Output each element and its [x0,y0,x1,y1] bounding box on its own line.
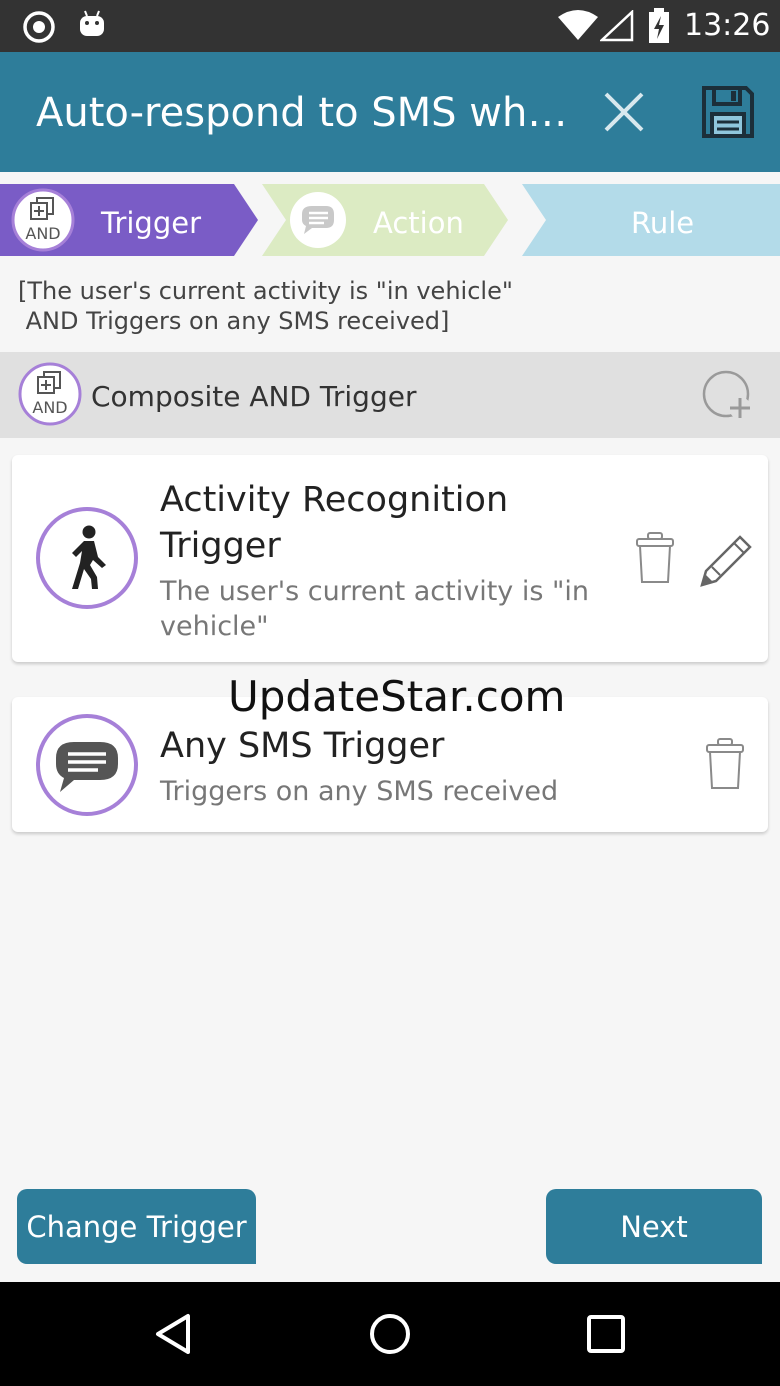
tab-rule[interactable]: Rule [522,184,780,256]
trigger-subtitle: Triggers on any SMS received [160,776,559,807]
composite-and-icon: AND [18,362,82,426]
tab-action-label: Action [373,206,464,240]
sync-circle-icon [23,11,55,43]
battery-charging-icon [649,8,669,43]
sms-message-icon [36,714,138,816]
next-button[interactable]: Next [546,1189,762,1264]
page-title: Auto-respond to SMS wh… [36,90,568,136]
tab-action[interactable]: Action [262,184,508,256]
and-icon-text: AND [25,224,60,243]
trigger-subtitle: The user's current activity is "in [160,576,590,607]
edit-pencil-icon[interactable] [696,529,756,589]
signal-icon [600,10,634,42]
status-bar: 13:26 [0,0,780,52]
navigation-bar [0,1282,780,1386]
wizard-steps: AND Trigger Action Rule [0,184,780,262]
home-icon[interactable] [368,1312,412,1356]
composite-trigger-header: AND Composite AND Trigger [0,352,780,438]
change-trigger-button[interactable]: Change Trigger [17,1189,256,1264]
rule-summary: [The user's current activity is "in vehi… [18,277,513,335]
save-icon[interactable] [698,82,758,142]
walking-person-icon [36,507,138,609]
add-trigger-icon[interactable] [700,368,756,424]
tab-rule-label: Rule [631,206,695,240]
tab-trigger-label: Trigger [101,206,202,240]
recents-icon[interactable] [586,1314,626,1354]
trigger-title: Any SMS Trigger [160,726,445,766]
app-bar: Auto-respond to SMS wh… [0,52,780,172]
trigger-title: Trigger [160,526,281,566]
android-icon [80,10,104,36]
close-icon[interactable] [596,84,652,140]
delete-trash-icon[interactable] [634,531,676,585]
tab-trigger[interactable]: AND Trigger [0,184,250,256]
composite-and-icon: AND [11,188,75,252]
watermark: UpdateStar.com [228,672,566,721]
trigger-title: Activity Recognition [160,480,509,520]
message-icon [290,192,346,248]
wifi-icon [558,10,598,40]
trigger-card-activity[interactable]: Activity Recognition Trigger The user's … [12,455,768,662]
trigger-subtitle: vehicle" [160,611,269,642]
clock-time: 13:26 [684,8,771,43]
back-icon[interactable] [152,1312,196,1356]
and-icon-text: AND [32,398,67,417]
composite-title: Composite AND Trigger [91,380,417,413]
delete-trash-icon[interactable] [704,737,746,791]
